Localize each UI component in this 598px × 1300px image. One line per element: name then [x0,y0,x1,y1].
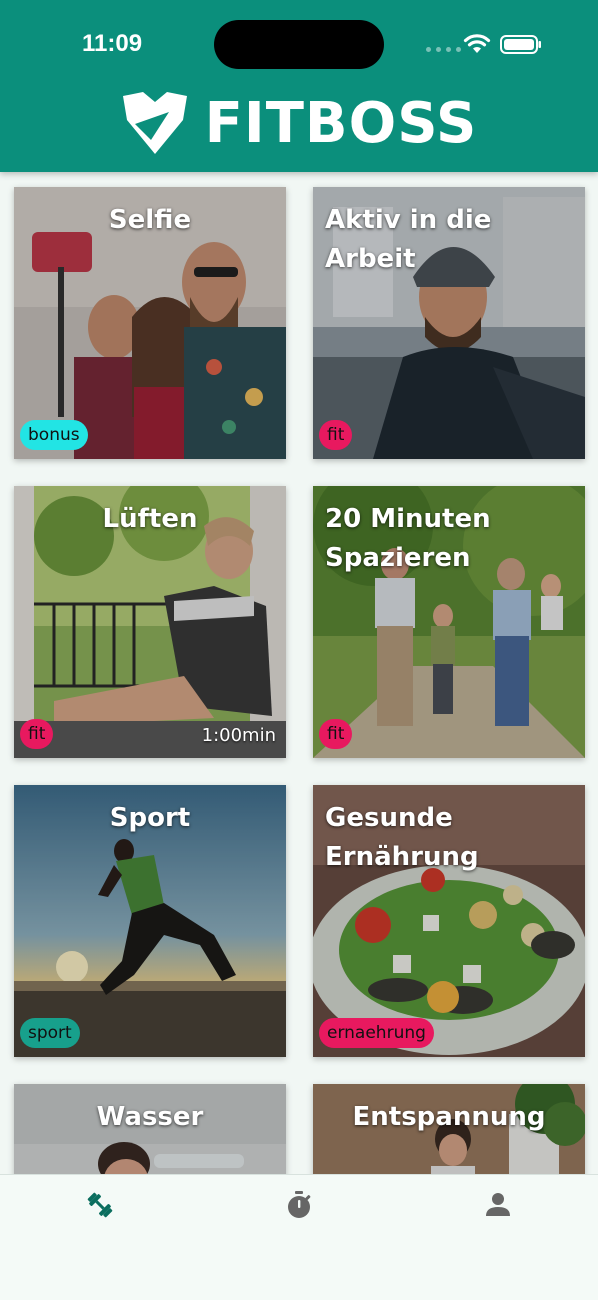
tile-selfie[interactable]: Selfie bonus [14,187,286,459]
app-header: 11:09 FITBOSS [0,0,598,172]
category-badge: ernaehrung [319,1018,434,1048]
category-badge: fit [319,719,353,749]
tile-entspannung[interactable]: Entspannung [313,1084,585,1174]
tile-gesunde-ernaehrung[interactable]: Gesunde Ernährung ernaehrung [313,785,585,1057]
tile-wasser[interactable]: Wasser [14,1084,286,1174]
app-screen: 11:09 FITBOSS Selfie bonus Aktiv in die … [0,0,598,1300]
tile-title: Sport [109,803,191,833]
tile-lueften[interactable]: Lüften fit 1:00min [14,486,286,758]
tab-profile[interactable] [398,1183,597,1227]
tab-timer[interactable] [199,1183,398,1227]
wifi-icon [463,34,491,53]
person-icon [485,1193,510,1216]
tile-title: Selfie [108,205,192,235]
category-badge: sport [20,1018,80,1048]
category-badge: fit [20,719,54,749]
tab-workouts[interactable] [0,1183,199,1227]
fitboss-logo-icon [122,92,187,154]
tile-title: Lüften [102,504,198,534]
cellular-signal-icon [426,47,461,52]
stopwatch-icon [287,1191,310,1218]
dumbbell-icon [87,1192,112,1218]
tile-aktiv-in-die-arbeit[interactable]: Aktiv in die Arbeit fit [313,187,585,459]
bottom-tab-bar [0,1174,598,1300]
tile-title: 20 Minuten Spazieren [325,504,491,573]
app-name: FITBOSS [204,90,478,156]
tile-title: Gesunde Ernährung [325,803,479,872]
tile-title: Wasser [96,1102,204,1132]
status-time: 11:09 [82,30,143,57]
tile-title: Aktiv in die Arbeit [325,205,492,274]
category-badge: fit [319,420,353,450]
tile-sport[interactable]: Sport sport [14,785,286,1057]
battery-icon [500,35,541,54]
activity-grid: Selfie bonus Aktiv in die Arbeit fit Lüf… [0,172,598,1174]
tile-title: Entspannung [352,1102,546,1132]
brand: FITBOSS [0,88,598,158]
dynamic-island [214,20,384,69]
duration-label: 1:00min [201,725,276,746]
category-badge: bonus [20,420,88,450]
tile-20-minuten-spazieren[interactable]: 20 Minuten Spazieren fit [313,486,585,758]
